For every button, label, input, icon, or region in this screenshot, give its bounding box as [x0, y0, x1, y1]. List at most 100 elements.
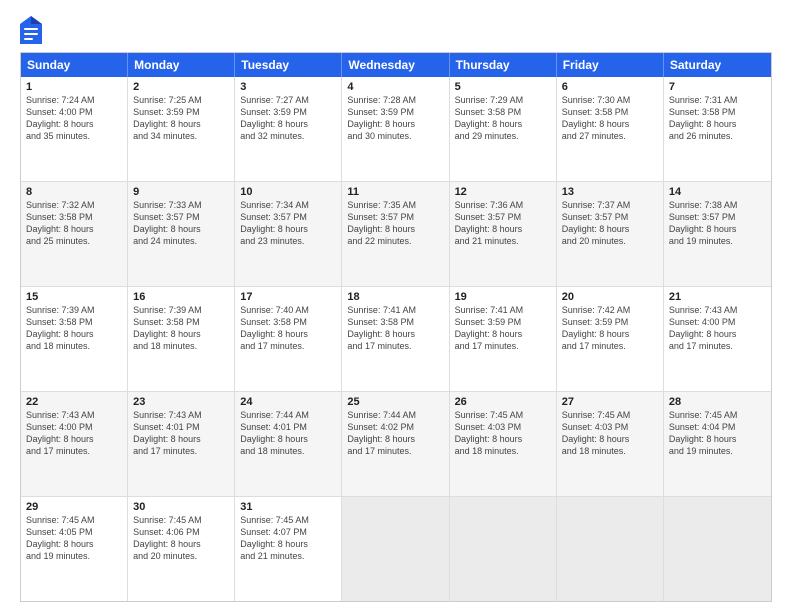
cell-line: Daylight: 8 hours: [133, 118, 229, 130]
cell-line: Sunrise: 7:40 AM: [240, 304, 336, 316]
day-number: 21: [669, 291, 766, 303]
calendar-cell: 3Sunrise: 7:27 AMSunset: 3:59 PMDaylight…: [235, 77, 342, 181]
cell-line: and 20 minutes.: [133, 550, 229, 562]
day-number: 4: [347, 81, 443, 93]
day-number: 12: [455, 186, 551, 198]
day-number: 19: [455, 291, 551, 303]
cell-line: Daylight: 8 hours: [455, 223, 551, 235]
calendar-week-row: 15Sunrise: 7:39 AMSunset: 3:58 PMDayligh…: [21, 287, 771, 392]
calendar-header-cell: Friday: [557, 53, 664, 77]
logo: [20, 16, 44, 44]
cell-line: Sunset: 4:05 PM: [26, 526, 122, 538]
day-number: 8: [26, 186, 122, 198]
cell-line: Daylight: 8 hours: [240, 433, 336, 445]
cell-line: Sunrise: 7:45 AM: [669, 409, 766, 421]
day-number: 7: [669, 81, 766, 93]
calendar-cell: [450, 497, 557, 601]
cell-line: and 21 minutes.: [455, 235, 551, 247]
cell-line: Sunset: 4:01 PM: [133, 421, 229, 433]
day-number: 15: [26, 291, 122, 303]
cell-line: Daylight: 8 hours: [240, 538, 336, 550]
cell-line: and 22 minutes.: [347, 235, 443, 247]
cell-line: Sunrise: 7:41 AM: [455, 304, 551, 316]
cell-line: Sunrise: 7:31 AM: [669, 94, 766, 106]
cell-line: Daylight: 8 hours: [562, 118, 658, 130]
cell-line: Sunrise: 7:32 AM: [26, 199, 122, 211]
cell-line: Sunset: 4:02 PM: [347, 421, 443, 433]
cell-line: Sunrise: 7:45 AM: [26, 514, 122, 526]
day-number: 9: [133, 186, 229, 198]
calendar-cell: 13Sunrise: 7:37 AMSunset: 3:57 PMDayligh…: [557, 182, 664, 286]
day-number: 14: [669, 186, 766, 198]
cell-line: and 34 minutes.: [133, 130, 229, 142]
calendar-cell: 9Sunrise: 7:33 AMSunset: 3:57 PMDaylight…: [128, 182, 235, 286]
calendar-cell: 25Sunrise: 7:44 AMSunset: 4:02 PMDayligh…: [342, 392, 449, 496]
cell-line: Sunset: 3:59 PM: [562, 316, 658, 328]
day-number: 22: [26, 396, 122, 408]
cell-line: Sunset: 3:58 PM: [26, 211, 122, 223]
calendar-cell: 14Sunrise: 7:38 AMSunset: 3:57 PMDayligh…: [664, 182, 771, 286]
cell-line: and 24 minutes.: [133, 235, 229, 247]
day-number: 25: [347, 396, 443, 408]
cell-line: Sunset: 4:06 PM: [133, 526, 229, 538]
cell-line: and 19 minutes.: [26, 550, 122, 562]
calendar-week-row: 8Sunrise: 7:32 AMSunset: 3:58 PM Daylight…: [21, 182, 771, 287]
cell-line: Sunrise: 7:27 AM: [240, 94, 336, 106]
cell-line: Sunset: 3:57 PM: [455, 211, 551, 223]
calendar-header-cell: Monday: [128, 53, 235, 77]
logo-icon: [20, 16, 42, 44]
calendar-cell: 20Sunrise: 7:42 AMSunset: 3:59 PMDayligh…: [557, 287, 664, 391]
cell-line: Sunrise: 7:43 AM: [669, 304, 766, 316]
cell-line: Sunrise: 7:29 AM: [455, 94, 551, 106]
cell-line: Daylight: 8 hours: [240, 328, 336, 340]
cell-line: Sunset: 3:57 PM: [347, 211, 443, 223]
cell-line: Sunset: 3:57 PM: [669, 211, 766, 223]
cell-line: and 18 minutes.: [240, 445, 336, 457]
cell-line: Daylight: 8 hours: [26, 538, 122, 550]
cell-line: Daylight: 8 hours: [669, 223, 766, 235]
cell-line: Daylight: 8 hours: [562, 433, 658, 445]
cell-line: and 32 minutes.: [240, 130, 336, 142]
cell-line: Daylight: 8 hours: [133, 223, 229, 235]
calendar-cell: 15Sunrise: 7:39 AMSunset: 3:58 PMDayligh…: [21, 287, 128, 391]
cell-line: Daylight: 8 hours: [347, 118, 443, 130]
cell-line: Sunset: 3:59 PM: [133, 106, 229, 118]
calendar-cell: [664, 497, 771, 601]
cell-line: Sunset: 3:59 PM: [347, 106, 443, 118]
calendar-cell: 17Sunrise: 7:40 AMSunset: 3:58 PMDayligh…: [235, 287, 342, 391]
cell-line: and 35 minutes.: [26, 130, 122, 142]
cell-line: Sunrise: 7:43 AM: [26, 409, 122, 421]
calendar-cell: 6Sunrise: 7:30 AMSunset: 3:58 PMDaylight…: [557, 77, 664, 181]
cell-line: and 17 minutes.: [562, 340, 658, 352]
calendar: SundayMondayTuesdayWednesdayThursdayFrid…: [20, 52, 772, 602]
cell-line: Sunset: 3:57 PM: [133, 211, 229, 223]
cell-line: Sunrise: 7:45 AM: [455, 409, 551, 421]
day-number: 1: [26, 81, 122, 93]
cell-line: and 17 minutes.: [455, 340, 551, 352]
cell-line: and 17 minutes.: [669, 340, 766, 352]
cell-line: Daylight: 8 hours: [26, 118, 122, 130]
cell-line: Daylight: 8 hours: [347, 433, 443, 445]
cell-line: Sunset: 3:57 PM: [240, 211, 336, 223]
cell-line: Sunset: 3:58 PM: [562, 106, 658, 118]
cell-line: and 18 minutes.: [26, 340, 122, 352]
calendar-header-cell: Sunday: [21, 53, 128, 77]
day-number: 27: [562, 396, 658, 408]
cell-line: and 19 minutes.: [669, 235, 766, 247]
calendar-cell: 2Sunrise: 7:25 AMSunset: 3:59 PMDaylight…: [128, 77, 235, 181]
calendar-header-cell: Thursday: [450, 53, 557, 77]
cell-line: Sunset: 3:58 PM: [669, 106, 766, 118]
cell-line: Daylight: 8 hours: [455, 433, 551, 445]
cell-line: Sunrise: 7:30 AM: [562, 94, 658, 106]
day-number: 13: [562, 186, 658, 198]
calendar-cell: [342, 497, 449, 601]
cell-line: Daylight: 8 hours: [347, 328, 443, 340]
cell-line: Sunrise: 7:42 AM: [562, 304, 658, 316]
cell-line: and 18 minutes.: [562, 445, 658, 457]
day-number: 3: [240, 81, 336, 93]
calendar-cell: 11Sunrise: 7:35 AMSunset: 3:57 PMDayligh…: [342, 182, 449, 286]
calendar-header-cell: Wednesday: [342, 53, 449, 77]
cell-line: Sunrise: 7:43 AM: [133, 409, 229, 421]
day-number: 26: [455, 396, 551, 408]
calendar-cell: 7Sunrise: 7:31 AMSunset: 3:58 PMDaylight…: [664, 77, 771, 181]
